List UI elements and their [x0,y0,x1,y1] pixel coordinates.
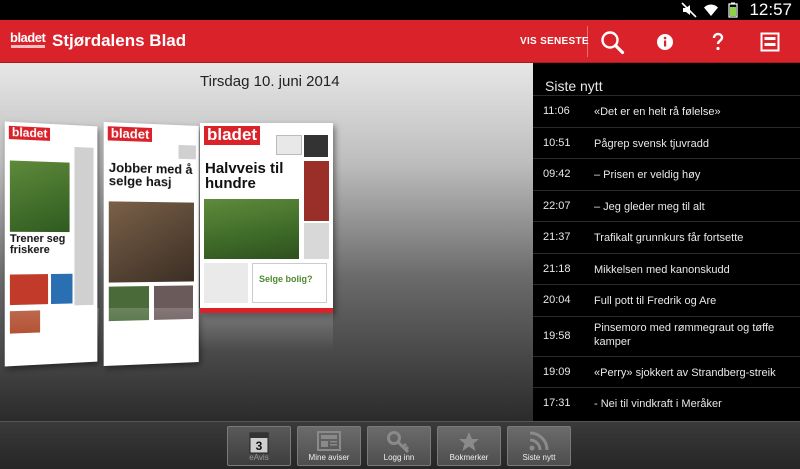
layout-icon [760,32,780,52]
news-time: 22:07 [543,199,571,212]
tab-logg-inn[interactable]: Logg inn [367,426,431,466]
news-headline: Trafikalt grunnkurs får fortsette [594,232,744,244]
cover-brand: bladet [204,125,261,145]
news-headline: Pinsemoro med rømmegraut og tøffe kamper [594,321,775,348]
vis-seneste-button[interactable]: VIS SENESTE [520,36,589,47]
cover-reflection [104,308,200,358]
news-item[interactable]: 21:18 Mikkelsen med kanonskudd [533,252,800,285]
cover-brand: bladet [8,125,51,142]
news-item[interactable]: 11:06 «Det er en helt rå følelse» [533,95,800,127]
calendar-icon: 3 [249,432,269,454]
wifi-icon [704,4,719,16]
rss-icon [529,431,549,451]
clock: 12:57 [749,0,792,19]
tab-label: eAvis [249,453,269,462]
news-panel: Siste nytt 11:06 «Det er en helt rå føle… [533,63,800,421]
cover-reflection [200,313,333,368]
cover-side-photo [304,161,329,221]
newspaper-cover-3[interactable]: bladet Halvveis til hundre Selge bolig? [200,123,333,313]
tab-eavis[interactable]: 3 eAvis [227,426,291,466]
info-button[interactable] [645,26,685,58]
news-time: 21:37 [543,231,571,243]
callout-text: Selge bolig? [259,274,313,284]
news-headline: – Jeg gleder meg til alt [594,200,705,213]
news-item[interactable]: 10:51 Pågrep svensk tjuvradd [533,126,800,159]
help-button[interactable] [698,26,738,58]
news-item[interactable]: 20:04 Full pott til Fredrik og Are [533,284,800,316]
news-item[interactable]: 09:42 – Prisen er veldig høy [533,158,800,190]
news-headline: «Det er en helt rå følelse» [594,106,721,118]
cover-teaser-box [276,135,302,155]
tab-label: Logg inn [383,453,415,462]
cover-teaser-photo [304,135,328,157]
mute-icon [681,2,698,18]
app-title: Stjørdalens Blad [52,31,187,50]
cover-headline: Trener seg friskere [9,232,66,257]
cover-photo [9,160,70,233]
cover-brand: bladet [107,125,153,143]
bladet-logo[interactable]: bladet [10,31,47,52]
app-bar: bladet Stjørdalens Blad VIS SENESTE [0,20,800,63]
news-headline: Full pott til Fredrik og Are [594,295,717,307]
star-icon [459,432,479,451]
key-icon [387,431,410,454]
cover-bottom-teaser [204,263,248,303]
cover-ad-photo [51,273,73,305]
news-list: 11:06 «Det er en helt rå følelse» 10:51 … [533,95,800,419]
news-headline: Mikkelsen med kanonskudd [594,263,730,276]
bottom-tab-bar: 3 eAvis Mine aviser Logg inn Bokmerker S… [0,421,800,469]
tab-bokmerker[interactable]: Bokmerker [437,426,501,466]
edition-date: Tirsdag 10. juni 2014 [200,73,340,90]
cover-teaser [178,144,196,160]
news-time: 19:58 [543,329,571,342]
layout-button[interactable] [750,26,790,58]
news-item[interactable]: 22:07 – Jeg gleder meg til alt [533,189,800,222]
cover-sidebar-column [74,146,94,306]
cover-photo [108,201,194,283]
newspaper-icon [317,431,341,451]
cover-side-column [304,223,329,259]
news-headline: «Perry» sjokkert av Strandberg-streik [594,366,776,379]
calendar-day: 3 [256,439,263,453]
tab-siste-nytt[interactable]: Siste nytt [507,426,571,466]
news-time: 21:18 [543,262,571,275]
cover-ad-photo [9,274,49,306]
news-headline: – Prisen er veldig høy [594,169,701,181]
cover-callout-box: Selge bolig? [252,263,327,303]
news-time: 17:31 [543,397,571,409]
logo-underline [11,45,45,48]
status-icons: 12:57 [681,0,792,19]
help-icon [712,32,724,51]
cover-headline: Jobber med å selge hasj [108,159,193,190]
news-headline: - Nei til vindkraft i Meråker [594,398,722,410]
news-item[interactable]: 17:31 - Nei til vindkraft i Meråker [533,387,800,419]
news-time: 09:42 [543,168,571,180]
news-panel-title: Siste nytt [545,78,603,94]
cover-reflection [5,308,99,358]
news-time: 19:09 [543,365,571,378]
tab-label: Bokmerker [449,453,489,462]
battery-icon [728,2,739,18]
tab-mine-aviser[interactable]: Mine aviser [297,426,361,466]
status-bar: 12:57 [0,0,800,20]
news-time: 10:51 [543,136,571,149]
news-item[interactable]: 21:37 Trafikalt grunnkurs får fortsette [533,221,800,253]
header-divider [587,26,588,57]
news-time: 20:04 [543,294,571,306]
info-icon [657,34,673,50]
cover-headline: Halvveis til hundre [205,160,284,192]
news-item[interactable]: 19:09 «Perry» sjokkert av Strandberg-str… [533,355,800,388]
search-icon [601,31,625,55]
news-headline: Pågrep svensk tjuvradd [594,137,709,150]
news-time: 11:06 [543,105,570,117]
cover-photo [204,199,299,259]
search-button[interactable] [592,26,632,58]
tab-label: Mine aviser [308,453,350,462]
logo-text: bladet [10,30,46,45]
tab-label: Siste nytt [522,453,556,462]
news-item[interactable]: 19:58 Pinsemoro med rømmegraut og tøffe … [533,315,800,356]
